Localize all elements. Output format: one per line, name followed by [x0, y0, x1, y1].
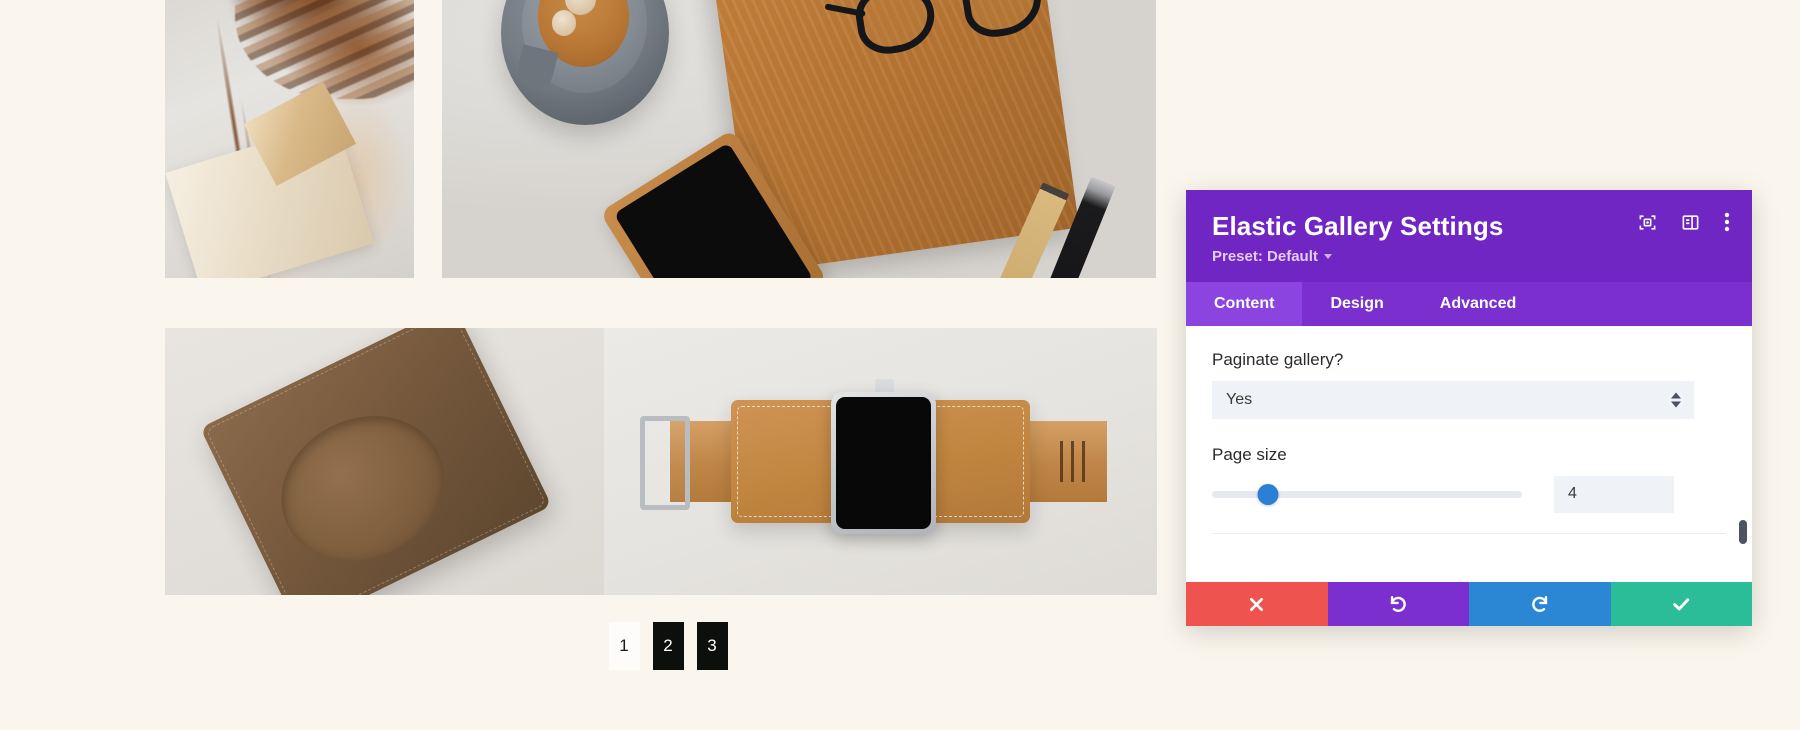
- pagination-page-2[interactable]: 2: [652, 622, 684, 670]
- redo-button[interactable]: [1469, 582, 1611, 626]
- coffee-foam-2: [551, 10, 577, 36]
- panel-footer: [1186, 582, 1752, 626]
- panel-divider: [1212, 533, 1726, 534]
- gallery-image-1[interactable]: [165, 0, 414, 278]
- photo-leather-pouch: [165, 328, 605, 595]
- preset-label: Preset: Default: [1212, 247, 1318, 265]
- photo-leather-cords: [165, 0, 414, 278]
- gallery-image-2[interactable]: [442, 0, 1156, 278]
- panel-scrollbar[interactable]: [1739, 326, 1747, 582]
- buckle: [639, 416, 690, 510]
- page-size-row: 4: [1212, 475, 1726, 513]
- panel-header: Elastic Gallery Settings Preset: Default: [1186, 190, 1752, 282]
- tab-design[interactable]: Design: [1302, 282, 1411, 326]
- focus-target-icon[interactable]: [1638, 213, 1657, 232]
- cancel-button[interactable]: [1186, 582, 1328, 626]
- select-arrows-icon: [1671, 392, 1681, 408]
- gallery-image-3[interactable]: [165, 328, 605, 595]
- page-size-slider[interactable]: [1212, 483, 1522, 505]
- tab-content[interactable]: Content: [1186, 281, 1303, 326]
- panel-scrollbar-thumb[interactable]: [1739, 519, 1747, 544]
- paginate-gallery-label: Paginate gallery?: [1212, 349, 1344, 369]
- slider-thumb[interactable]: [1257, 483, 1279, 505]
- gallery-image-4[interactable]: [604, 328, 1157, 595]
- tab-advanced[interactable]: Advanced: [1412, 282, 1544, 326]
- chevron-down-icon: [1323, 253, 1332, 259]
- panel-body: Paginate gallery? Yes Page size 4: [1186, 325, 1752, 582]
- save-button[interactable]: [1610, 582, 1752, 626]
- layout-panel-icon[interactable]: [1681, 213, 1700, 232]
- lens-left: [851, 0, 940, 58]
- undo-button[interactable]: [1327, 582, 1469, 626]
- panel-header-icons: [1638, 212, 1730, 232]
- paginate-gallery-select[interactable]: Yes: [1212, 380, 1694, 419]
- paginate-gallery-value: Yes: [1226, 390, 1253, 408]
- photo-watch-strap: [604, 328, 1157, 595]
- panel-tabs: Content Design Advanced: [1186, 281, 1752, 326]
- more-vertical-icon[interactable]: [1724, 212, 1730, 232]
- elastic-gallery-settings-panel: Elastic Gallery Settings Preset: Default: [1186, 190, 1752, 626]
- field-paginate-gallery: Paginate gallery? Yes: [1212, 350, 1726, 419]
- page-size-input[interactable]: 4: [1554, 475, 1674, 513]
- preset-selector[interactable]: Preset: Default: [1212, 248, 1332, 265]
- pagination-page-1[interactable]: 1: [608, 622, 640, 670]
- page-size-label: Page size: [1212, 444, 1287, 464]
- pagination: 1 2 3: [163, 618, 1173, 674]
- photo-desk-flatlay: [442, 0, 1156, 278]
- pagination-page-3[interactable]: 3: [696, 622, 728, 670]
- smartwatch: [830, 392, 936, 534]
- field-page-size: Page size 4: [1212, 445, 1726, 513]
- lens-right: [958, 0, 1046, 41]
